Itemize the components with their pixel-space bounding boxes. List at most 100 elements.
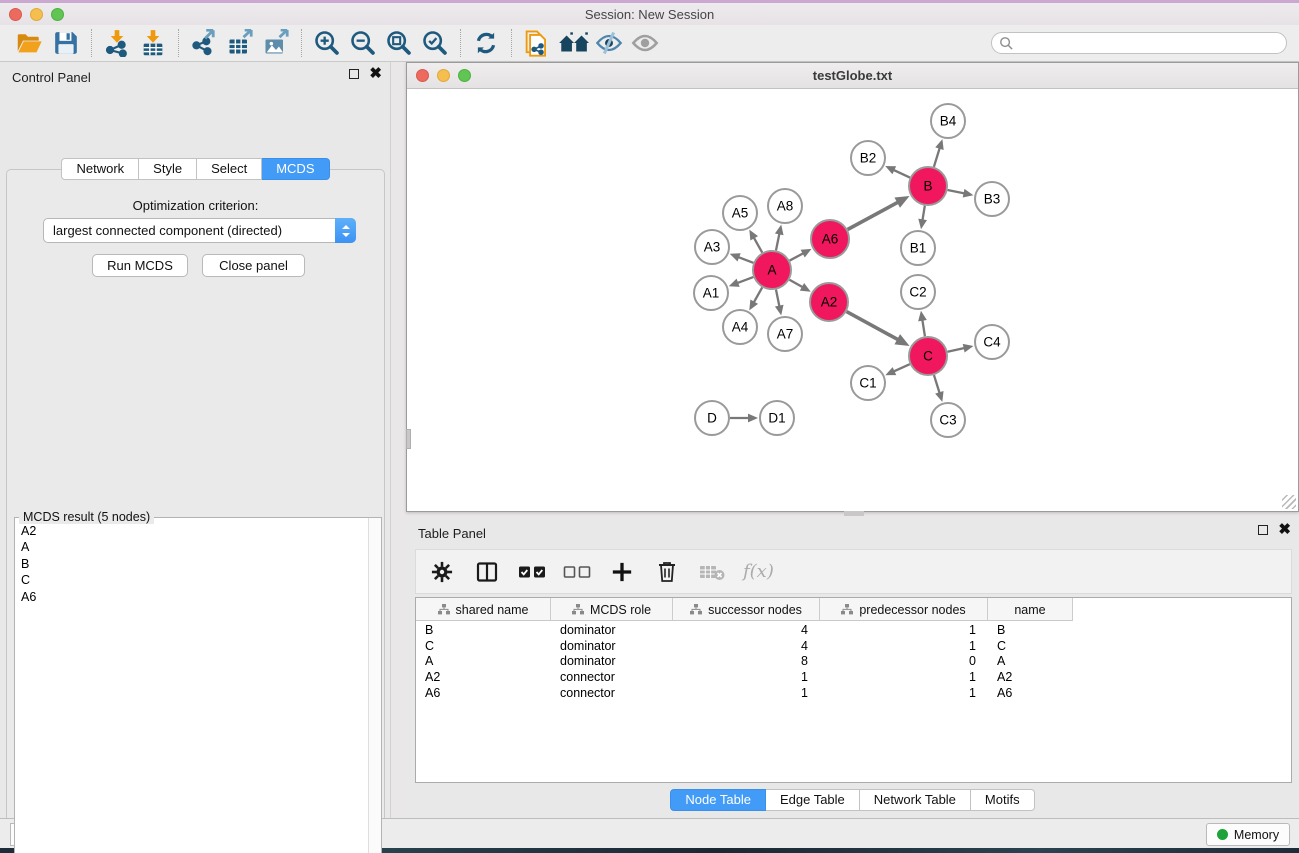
show-eye-icon[interactable]: [627, 27, 663, 59]
hide-eye-icon[interactable]: [591, 27, 627, 59]
mcds-scrollbar[interactable]: [368, 518, 381, 853]
open-folder-icon[interactable]: [12, 27, 48, 59]
toolbar-separator: [178, 29, 179, 57]
column-header-shared-name[interactable]: shared name: [416, 598, 551, 621]
zoom-in-icon[interactable]: [309, 27, 345, 59]
tab-network-table[interactable]: Network Table: [860, 789, 971, 811]
tab-edge-table[interactable]: Edge Table: [766, 789, 860, 811]
table-row[interactable]: Bdominator41B: [416, 622, 1291, 638]
export-network-icon[interactable]: [186, 27, 222, 59]
table-row[interactable]: Cdominator41C: [416, 638, 1291, 654]
graph-edge-A6-B[interactable]: [848, 202, 899, 230]
select-all-checkboxes-icon[interactable]: [518, 558, 546, 586]
graph-edge-A-A6[interactable]: [790, 253, 805, 261]
new-network-from-file-icon[interactable]: [519, 27, 555, 59]
graph-edge-A-A8[interactable]: [776, 232, 780, 250]
tab-style[interactable]: Style: [139, 158, 197, 180]
split-divider-grip[interactable]: [406, 429, 411, 449]
graph-edge-B-B1[interactable]: [922, 206, 925, 222]
function-builder-icon[interactable]: f(x): [743, 561, 774, 582]
import-network-icon[interactable]: [99, 27, 135, 59]
close-panel-icon[interactable]: ✖: [1278, 525, 1291, 535]
graph-edge-A-A7[interactable]: [776, 290, 780, 308]
home-view-icon[interactable]: [555, 27, 591, 59]
save-session-icon[interactable]: [48, 27, 84, 59]
tab-select[interactable]: Select: [197, 158, 262, 180]
mcds-result-item[interactable]: A2: [15, 523, 367, 539]
control-panel: Control Panel ✖ NetworkStyleSelectMCDS O…: [0, 62, 391, 818]
network-window-title: testGlobe.txt: [407, 68, 1298, 83]
column-header-name[interactable]: name: [988, 598, 1073, 621]
network-canvas[interactable]: B4B2BB3A5A8A6A3B1AA1C2A2A4A7C4CC1C3DD1: [407, 89, 1298, 511]
graph-node-label: A6: [822, 232, 839, 247]
network-window-titlebar[interactable]: testGlobe.txt: [407, 63, 1298, 89]
tab-node-table[interactable]: Node Table: [670, 789, 766, 811]
zoom-fit-icon[interactable]: [381, 27, 417, 59]
settings-gear-icon[interactable]: [428, 558, 456, 586]
graph-edge-A-A3[interactable]: [737, 257, 753, 263]
graph-edge-B-B3[interactable]: [948, 190, 966, 194]
graph-node-label: C: [923, 349, 933, 364]
graph-edge-C-C4[interactable]: [948, 348, 966, 352]
mcds-result-item[interactable]: C: [15, 572, 367, 588]
graph-edge-A-A4[interactable]: [753, 287, 762, 303]
edge-arrowhead: [729, 279, 740, 287]
close-panel-icon[interactable]: ✖: [369, 69, 382, 79]
zoom-out-icon[interactable]: [345, 27, 381, 59]
criterion-dropdown[interactable]: largest connected component (directed): [43, 218, 356, 243]
table-row[interactable]: A2connector11A2: [416, 669, 1291, 685]
graph-edge-B-B4[interactable]: [934, 147, 940, 167]
graph-edge-A-A5[interactable]: [753, 237, 762, 253]
edge-arrowhead: [935, 391, 943, 402]
run-mcds-button[interactable]: Run MCDS: [92, 254, 188, 277]
search-icon: [999, 36, 1014, 51]
export-table-icon[interactable]: [222, 27, 258, 59]
table-row[interactable]: Adominator80A: [416, 654, 1291, 670]
table-header-row: shared nameMCDS rolesuccessor nodesprede…: [416, 598, 1073, 621]
table-cell: 4: [673, 623, 820, 637]
mcds-result-item[interactable]: B: [15, 556, 367, 572]
delete-column-trash-icon[interactable]: [653, 558, 681, 586]
refresh-layout-icon[interactable]: [468, 27, 504, 59]
column-header-predecessor-nodes[interactable]: predecessor nodes: [820, 598, 988, 621]
float-panel-icon[interactable]: [1258, 525, 1268, 535]
column-header-MCDS-role[interactable]: MCDS role: [551, 598, 673, 621]
graph-edge-C-C2[interactable]: [922, 319, 925, 337]
graph-node-label: A: [767, 263, 776, 278]
split-divider-grip[interactable]: [844, 511, 864, 516]
table-cell: A6: [416, 686, 551, 700]
memory-button[interactable]: Memory: [1206, 823, 1290, 846]
memory-status-icon: [1217, 829, 1228, 840]
window-title: Session: New Session: [0, 7, 1299, 22]
tab-motifs[interactable]: Motifs: [971, 789, 1035, 811]
float-panel-icon[interactable]: [349, 69, 359, 79]
search-input[interactable]: [991, 32, 1287, 54]
mcds-result-list: A2ABCA6: [15, 523, 367, 853]
graph-edge-A-A1[interactable]: [736, 277, 753, 283]
tab-mcds[interactable]: MCDS: [262, 158, 329, 180]
zoom-selected-icon[interactable]: [417, 27, 453, 59]
add-column-icon[interactable]: [608, 558, 636, 586]
mcds-result-item[interactable]: A: [15, 539, 367, 555]
import-table-icon[interactable]: [135, 27, 171, 59]
delete-table-icon[interactable]: [698, 558, 726, 586]
column-header-successor-nodes[interactable]: successor nodes: [673, 598, 820, 621]
close-panel-button[interactable]: Close panel: [202, 254, 305, 277]
tab-network[interactable]: Network: [61, 158, 139, 180]
network-graph[interactable]: B4B2BB3A5A8A6A3B1AA1C2A2A4A7C4CC1C3DD1: [407, 89, 1298, 511]
export-image-icon[interactable]: [258, 27, 294, 59]
graph-edge-A-A2[interactable]: [789, 280, 803, 288]
table-row[interactable]: A6connector11A6: [416, 685, 1291, 701]
table-cell: 1: [820, 623, 988, 637]
graph-edge-C-C3[interactable]: [934, 375, 940, 394]
graph-edge-C-C1[interactable]: [893, 364, 910, 372]
table-toolbar: f(x): [415, 549, 1292, 594]
mcds-result-item[interactable]: A6: [15, 589, 367, 605]
graph-node-label: A4: [732, 320, 749, 335]
column-visibility-icon[interactable]: [473, 558, 501, 586]
graph-edge-B-B2[interactable]: [892, 169, 909, 177]
deselect-all-checkboxes-icon[interactable]: [563, 558, 591, 586]
graph-edge-A2-C[interactable]: [847, 312, 899, 341]
table-cell: A: [416, 654, 551, 668]
resize-grip-icon[interactable]: [1282, 495, 1296, 509]
